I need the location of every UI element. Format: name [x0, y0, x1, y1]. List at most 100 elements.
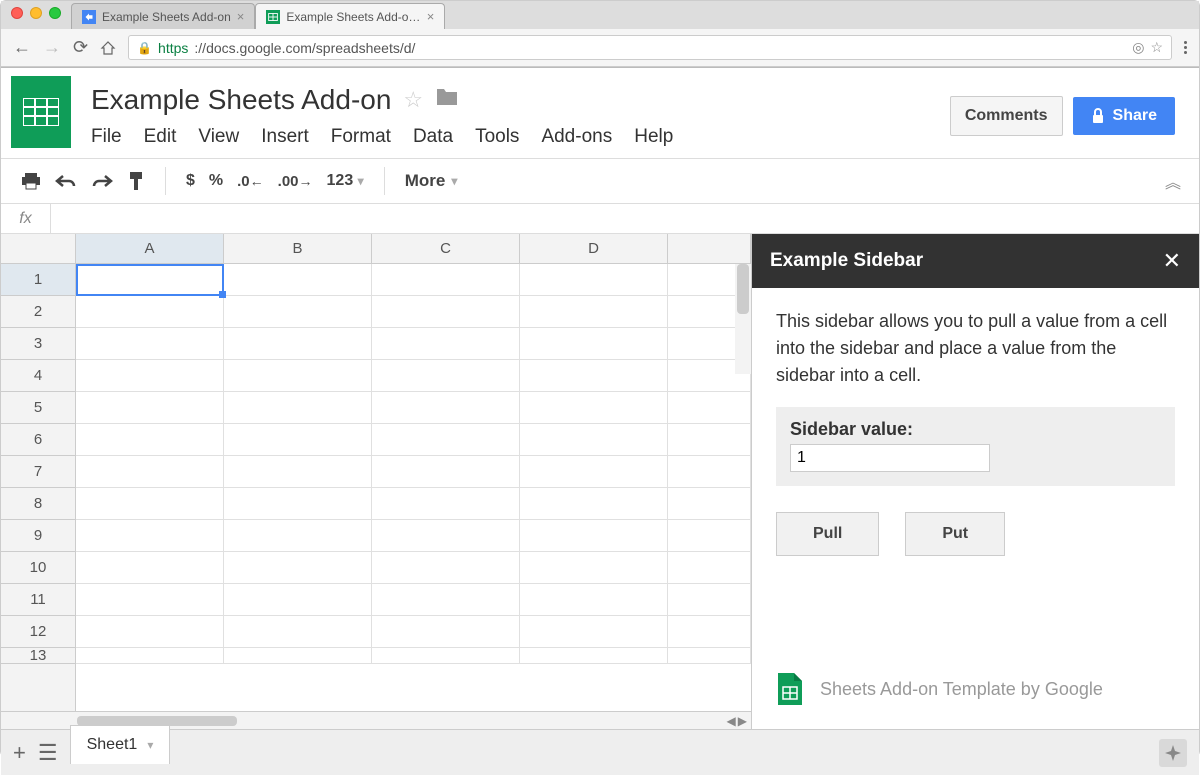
menu-format[interactable]: Format	[331, 126, 391, 148]
share-label: Share	[1113, 107, 1157, 125]
redo-icon[interactable]	[91, 174, 113, 188]
browser-tab-1[interactable]: Example Sheets Add-on - Goo ×	[255, 3, 445, 29]
browser-menu-button[interactable]	[1184, 41, 1187, 54]
doc-area: Example Sheets Add-on ☆ File Edit View I…	[91, 76, 950, 156]
menu-tools[interactable]: Tools	[475, 126, 519, 148]
lock-icon	[1091, 108, 1105, 124]
nav-forward-button[interactable]: →	[43, 37, 61, 58]
folder-icon[interactable]	[435, 87, 459, 113]
share-button[interactable]: Share	[1073, 97, 1175, 135]
row-header-7[interactable]: 7	[1, 456, 75, 488]
formula-input[interactable]	[51, 207, 1199, 231]
row-header-10[interactable]: 10	[1, 552, 75, 584]
reader-icon[interactable]: ◎	[1132, 39, 1144, 56]
doc-title[interactable]: Example Sheets Add-on	[91, 84, 391, 116]
sheet-tab-label: Sheet1	[87, 736, 138, 754]
fx-icon[interactable]: fx	[1, 204, 51, 233]
number-format-button[interactable]: 123 ▾	[327, 172, 364, 190]
row-header-5[interactable]: 5	[1, 392, 75, 424]
currency-button[interactable]: $	[186, 172, 195, 190]
paint-format-icon[interactable]	[127, 171, 145, 191]
nav-back-button[interactable]: ←	[13, 37, 31, 58]
more-button[interactable]: More ▾	[405, 171, 458, 191]
pull-button[interactable]: Pull	[776, 512, 879, 556]
row-header-4[interactable]: 4	[1, 360, 75, 392]
menu-help[interactable]: Help	[634, 126, 673, 148]
row-header-9[interactable]: 9	[1, 520, 75, 552]
close-icon[interactable]: ✕	[1163, 248, 1181, 274]
address-bar-row: ← → ⟳ 🔒 https://docs.google.com/spreadsh…	[1, 29, 1199, 67]
address-bar-icons: ◎ ☆	[1132, 39, 1163, 56]
scroll-left-icon[interactable]: ◀	[727, 714, 736, 728]
print-icon[interactable]	[21, 172, 41, 190]
percent-button[interactable]: %	[209, 172, 223, 190]
sidebar-description: This sidebar allows you to pull a value …	[776, 308, 1175, 389]
sidebar-header: Example Sidebar ✕	[752, 234, 1199, 288]
row-header-1[interactable]: 1	[1, 264, 75, 296]
menu-view[interactable]: View	[198, 126, 239, 148]
menu-data[interactable]: Data	[413, 126, 453, 148]
undo-icon[interactable]	[55, 174, 77, 188]
comments-button[interactable]: Comments	[950, 96, 1063, 136]
row-header-8[interactable]: 8	[1, 488, 75, 520]
col-header-d[interactable]: D	[520, 234, 668, 263]
close-icon[interactable]: ×	[237, 9, 245, 24]
favicon-script-icon	[82, 10, 96, 24]
decrease-decimal-button[interactable]: .0←	[237, 173, 264, 190]
menu-edit[interactable]: Edit	[144, 126, 177, 148]
vertical-scrollbar[interactable]	[735, 264, 751, 374]
spreadsheet-grid: A B C D 1 2 3 4 5 6 7 8 9 10 11 12 13	[1, 234, 751, 729]
scroll-right-icon[interactable]: ▶	[738, 714, 747, 728]
row-header-11[interactable]: 11	[1, 584, 75, 616]
sidebar-field-box: Sidebar value:	[776, 407, 1175, 486]
header-buttons: Comments Share	[950, 76, 1189, 136]
nav-home-button[interactable]	[100, 40, 116, 56]
all-sheets-button[interactable]: ☰	[38, 740, 58, 766]
bookmark-icon[interactable]: ☆	[1150, 39, 1163, 56]
select-all-corner[interactable]	[1, 234, 76, 263]
main-area: A B C D 1 2 3 4 5 6 7 8 9 10 11 12 13	[1, 234, 1199, 729]
window-close-button[interactable]	[11, 7, 23, 19]
sheets-logo-icon[interactable]	[11, 76, 71, 148]
row-header-13[interactable]: 13	[1, 648, 75, 664]
sheets-header: Example Sheets Add-on ☆ File Edit View I…	[1, 68, 1199, 156]
row-header-3[interactable]: 3	[1, 328, 75, 360]
collapse-toolbar-icon[interactable]: ︽	[1165, 169, 1181, 193]
col-header-extra[interactable]	[668, 234, 751, 263]
sidebar-value-input[interactable]	[790, 444, 990, 472]
menubar: File Edit View Insert Format Data Tools …	[91, 116, 950, 156]
sheets-icon	[776, 671, 804, 707]
col-header-b[interactable]: B	[224, 234, 372, 263]
row-headers: 1 2 3 4 5 6 7 8 9 10 11 12 13	[1, 264, 76, 711]
col-header-c[interactable]: C	[372, 234, 520, 263]
menu-addons[interactable]: Add-ons	[541, 126, 612, 148]
menu-file[interactable]: File	[91, 126, 122, 148]
put-button[interactable]: Put	[905, 512, 1005, 556]
star-icon[interactable]: ☆	[403, 87, 423, 113]
cells-area[interactable]	[76, 264, 751, 711]
menu-insert[interactable]: Insert	[261, 126, 309, 148]
column-headers: A B C D	[1, 234, 751, 264]
sidebar-footer-text: Sheets Add-on Template by Google	[820, 679, 1103, 700]
explore-button[interactable]	[1159, 739, 1187, 767]
sheet-footer: + ☰ Sheet1 ▾	[1, 729, 1199, 775]
window-maximize-button[interactable]	[49, 7, 61, 19]
window-minimize-button[interactable]	[30, 7, 42, 19]
sheet-tab-1[interactable]: Sheet1 ▾	[70, 725, 171, 764]
chevron-down-icon[interactable]: ▾	[147, 738, 153, 752]
toolbar-divider	[384, 167, 385, 195]
nav-reload-button[interactable]: ⟳	[73, 37, 88, 58]
increase-decimal-button[interactable]: .00→	[278, 173, 313, 190]
address-bar[interactable]: 🔒 https://docs.google.com/spreadsheets/d…	[128, 35, 1172, 60]
add-sheet-button[interactable]: +	[13, 740, 26, 766]
browser-tab-0[interactable]: Example Sheets Add-on ×	[71, 3, 255, 29]
sidebar-buttons: Pull Put	[776, 512, 1175, 556]
row-header-12[interactable]: 12	[1, 616, 75, 648]
url-rest: ://docs.google.com/spreadsheets/d/	[194, 40, 415, 56]
sidebar-body: This sidebar allows you to pull a value …	[752, 288, 1199, 655]
row-header-6[interactable]: 6	[1, 424, 75, 456]
close-icon[interactable]: ×	[427, 9, 435, 24]
col-header-a[interactable]: A	[76, 234, 224, 263]
row-header-2[interactable]: 2	[1, 296, 75, 328]
url-scheme: https	[158, 40, 188, 56]
